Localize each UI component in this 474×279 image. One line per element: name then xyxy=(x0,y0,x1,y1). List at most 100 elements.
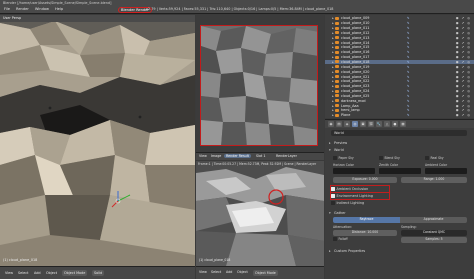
indirect-lighting-panel[interactable]: Indirect Lighting xyxy=(331,200,472,206)
zenith-color-swatch[interactable] xyxy=(379,168,421,174)
visibility-toggles-icon[interactable]: ◉ ➚ ◎ xyxy=(456,26,471,30)
image-slot-selector[interactable]: Slot 1 xyxy=(256,154,265,158)
render-object-menu[interactable]: Object xyxy=(237,270,248,274)
outliner-item-name[interactable]: cloud_plane_016 xyxy=(341,50,397,54)
menu-window[interactable]: Window xyxy=(35,7,49,11)
ambient-color-swatch[interactable] xyxy=(425,168,467,174)
visibility-toggles-icon[interactable]: ◉ ➚ ◎ xyxy=(456,36,471,40)
viewport-add-menu[interactable]: Add xyxy=(32,270,43,276)
outliner-item-name[interactable]: Plane xyxy=(341,113,397,117)
menu-render[interactable]: Render xyxy=(16,7,29,11)
outliner-item-name[interactable]: cloud_plane_014 xyxy=(341,41,397,45)
viewport-mode-selector[interactable]: Object Mode xyxy=(62,270,88,276)
object-tab-icon[interactable]: ▣ xyxy=(360,121,366,127)
visibility-toggles-icon[interactable]: ◉ ➚ ◎ xyxy=(456,108,471,112)
outliner-item-name[interactable]: cloud_plane_019 xyxy=(341,65,397,69)
visibility-toggles-icon[interactable]: ◉ ➚ ◎ xyxy=(456,45,471,49)
render-select-menu[interactable]: Select xyxy=(211,270,221,274)
image-layer-selector[interactable]: RenderLayer xyxy=(276,154,297,158)
environment-lighting-panel[interactable]: Environment Lighting xyxy=(329,191,391,201)
viewport-view-menu[interactable]: View xyxy=(3,270,15,276)
viewport-select-menu[interactable]: Select xyxy=(16,270,30,276)
visibility-toggles-icon[interactable]: ◉ ➚ ◎ xyxy=(456,94,471,98)
modifiers-tab-icon[interactable]: 🔧 xyxy=(376,121,382,127)
image-editor[interactable] xyxy=(196,15,324,152)
paper-sky-option[interactable]: Paper Sky xyxy=(333,156,354,160)
preview-panel-header[interactable]: ▸ Preview xyxy=(329,140,470,146)
constraints-tab-icon[interactable]: ⛓ xyxy=(368,121,374,127)
visibility-toggles-icon[interactable]: ◉ ➚ ◎ xyxy=(456,50,471,54)
outliner-item-name[interactable]: cloud_plane_023 xyxy=(341,84,397,88)
world-tab-icon[interactable]: ◍ xyxy=(352,121,358,127)
layers-tab-icon[interactable]: ▤ xyxy=(336,121,342,127)
render-add-menu[interactable]: Add xyxy=(226,270,232,274)
custom-properties-panel[interactable]: ▸ Custom Properties xyxy=(329,248,470,254)
outliner-item-name[interactable]: hemi_lamp xyxy=(341,108,397,112)
image-image-menu[interactable]: Image xyxy=(211,154,221,158)
visibility-toggles-icon[interactable]: ◉ ➚ ◎ xyxy=(456,75,471,79)
3d-viewport[interactable]: User Persp (1) cloud_plane_018 xyxy=(0,15,195,266)
falloff-option[interactable]: Falloff xyxy=(333,237,348,241)
visibility-toggles-icon[interactable]: ◉ ➚ ◎ xyxy=(456,79,471,83)
visibility-toggles-icon[interactable]: ◉ ➚ ◎ xyxy=(456,104,471,108)
outliner-item-name[interactable]: cloud_plane_015 xyxy=(341,45,397,49)
outliner-item-name[interactable]: cloud_plane_024 xyxy=(341,89,397,93)
gather-approximate-toggle[interactable]: Approximate xyxy=(400,217,467,223)
sampling-method-dropdown[interactable]: Constant QMC xyxy=(401,230,467,236)
visibility-toggles-icon[interactable]: ◉ ➚ ◎ xyxy=(456,65,471,69)
world-panel-header[interactable]: ▾ World xyxy=(329,147,470,153)
outliner-item-name[interactable]: cloud_plane_012 xyxy=(341,31,397,35)
outliner-item-name[interactable]: cloud_plane_013 xyxy=(341,36,397,40)
outliner-item-name[interactable]: cloud_plane_010 xyxy=(341,21,397,25)
visibility-toggles-icon[interactable]: ◉ ➚ ◎ xyxy=(456,41,471,45)
exposure-field[interactable]: Exposure: 0.000 xyxy=(333,177,397,183)
material-tab-icon[interactable]: ● xyxy=(392,121,398,127)
outliner-item-name[interactable]: cloud_plane_021 xyxy=(341,75,397,79)
scene-tab-icon[interactable]: ◈ xyxy=(344,121,350,127)
image-name-selector[interactable]: Render Result xyxy=(224,154,251,158)
world-datablock-field[interactable]: World xyxy=(331,130,467,136)
visibility-toggles-icon[interactable]: ◉ ➚ ◎ xyxy=(456,21,471,25)
outliner-item-name[interactable]: Lamp_Aaa xyxy=(341,104,397,108)
outliner-row[interactable]: ▸ Plane ✎ ◉ ➚ ◎ xyxy=(325,113,474,118)
viewport-shading-selector[interactable]: Solid xyxy=(92,270,105,276)
outliner-item-name[interactable]: cloud_plane_011 xyxy=(341,26,397,30)
outliner-item-name[interactable]: darkness_mod xyxy=(341,99,397,103)
visibility-toggles-icon[interactable]: ◉ ➚ ◎ xyxy=(456,16,471,20)
horizon-color-swatch[interactable] xyxy=(333,168,375,174)
menu-help[interactable]: Help xyxy=(55,7,63,11)
image-view-menu[interactable]: View xyxy=(199,154,207,158)
distance-field[interactable]: Distance: 10.000 xyxy=(333,230,397,236)
ambient-occlusion-panel[interactable]: Ambient Occlusion xyxy=(329,184,391,194)
outliner-item-name[interactable]: cloud_plane_017 xyxy=(341,55,397,59)
render-view-menu[interactable]: View xyxy=(199,270,207,274)
properties-editor[interactable]: ◉ ▤ ◈ ◍ ▣ ⛓ 🔧 △ ● ▦ World ▸ Preview ▾ Worl… xyxy=(325,119,474,279)
visibility-toggles-icon[interactable]: ◉ ➚ ◎ xyxy=(456,99,471,103)
menu-file[interactable]: File xyxy=(4,7,10,11)
blend-sky-option[interactable]: Blend Sky xyxy=(379,156,400,160)
render-tab-icon[interactable]: ◉ xyxy=(328,121,334,127)
samples-field[interactable]: Samples: 5 xyxy=(401,237,467,243)
visibility-toggles-icon[interactable]: ◉ ➚ ◎ xyxy=(456,84,471,88)
visibility-toggles-icon[interactable]: ◉ ➚ ◎ xyxy=(456,70,471,74)
range-field[interactable]: Range: 1.000 xyxy=(401,177,467,183)
visibility-toggles-icon[interactable]: ◉ ➚ ◎ xyxy=(456,31,471,35)
real-sky-option[interactable]: Real Sky xyxy=(425,156,444,160)
outliner[interactable]: ▸ cloud_plane_009 ✎ ◉ ➚ ◎ ▸ cloud_plane_010 ✎ ◉… xyxy=(325,15,474,118)
gather-raytrace-toggle[interactable]: Raytrace xyxy=(333,217,400,223)
outliner-item-name[interactable]: cloud_plane_022 xyxy=(341,79,397,83)
visibility-toggles-icon[interactable]: ◉ ➚ ◎ xyxy=(456,89,471,93)
render-mode-selector[interactable]: Object Mode xyxy=(253,270,278,276)
render-preview-viewport[interactable]: Frame:1 | Time:00:05.27 | Mem:52.73M, Pe… xyxy=(196,161,324,266)
gather-panel-header[interactable]: ▾ Gather xyxy=(329,210,470,216)
outliner-item-name[interactable]: cloud_plane_020 xyxy=(341,70,397,74)
outliner-item-name[interactable]: cloud_plane_025 xyxy=(341,94,397,98)
visibility-toggles-icon[interactable]: ◉ ➚ ◎ xyxy=(456,113,471,117)
visibility-toggles-icon[interactable]: ◉ ➚ ◎ xyxy=(456,60,471,64)
data-tab-icon[interactable]: △ xyxy=(384,121,390,127)
texture-tab-icon[interactable]: ▦ xyxy=(400,121,406,127)
outliner-item-name[interactable]: cloud_plane_018 xyxy=(341,60,397,64)
outliner-item-name[interactable]: cloud_plane_009 xyxy=(341,16,397,20)
visibility-toggles-icon[interactable]: ◉ ➚ ◎ xyxy=(456,55,471,59)
viewport-object-menu[interactable]: Object xyxy=(44,270,59,276)
